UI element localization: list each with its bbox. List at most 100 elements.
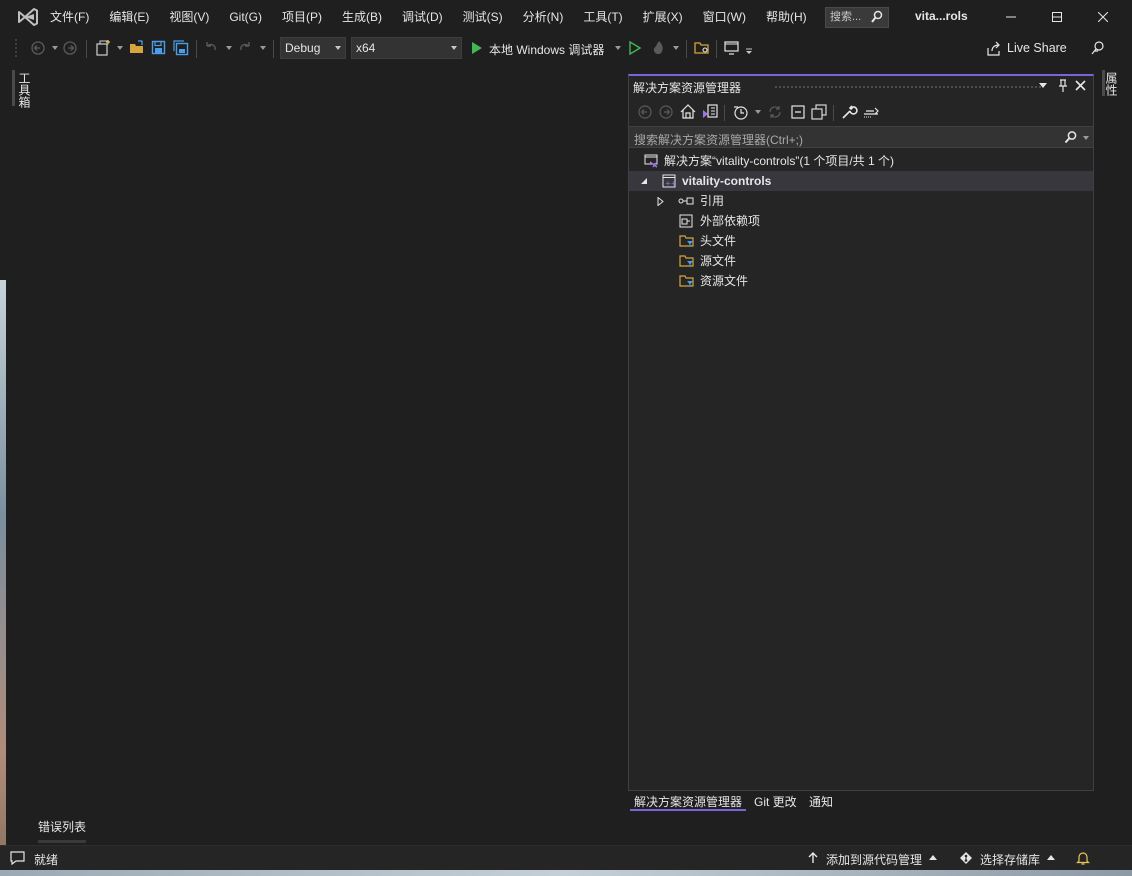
start-debugging-button[interactable] [470, 40, 484, 56]
show-all-files-icon[interactable] [810, 103, 828, 121]
title-bar: 文件(F) 编辑(E) 视图(V) Git(G) 项目(P) 生成(B) 调试(… [0, 0, 1132, 34]
navigate-forward-icon[interactable] [62, 40, 78, 56]
global-search-box[interactable]: 搜索... [825, 7, 889, 28]
save-all-icon[interactable] [172, 39, 190, 57]
git-repository-icon [959, 851, 973, 865]
tree-item-header-files[interactable]: 头文件 [629, 231, 1093, 251]
tree-item-external-dependencies[interactable]: 外部依赖项 [629, 211, 1093, 231]
device-window-icon[interactable] [723, 39, 741, 57]
tree-item-references[interactable]: 引用 [629, 191, 1093, 211]
se-forward-icon[interactable] [658, 104, 674, 120]
menu-help[interactable]: 帮助(H) [760, 5, 813, 29]
start-debugging-label[interactable]: 本地 Windows 调试器 [489, 41, 604, 58]
hot-reload-dropdown-icon[interactable] [673, 46, 679, 50]
menu-file[interactable]: 文件(F) [44, 5, 95, 29]
pending-changes-filter-icon[interactable] [732, 103, 750, 121]
properties-wrench-icon[interactable] [840, 103, 858, 121]
menu-tools[interactable]: 工具(T) [577, 5, 628, 29]
navigate-back-icon[interactable] [30, 40, 46, 56]
window-position-dropdown-icon[interactable] [1039, 83, 1047, 89]
collapse-all-icon[interactable] [789, 103, 807, 121]
hot-reload-icon[interactable] [650, 39, 668, 57]
debug-target-dropdown-icon[interactable] [615, 46, 621, 50]
new-project-icon[interactable] [94, 39, 112, 57]
menu-test[interactable]: 测试(S) [457, 5, 509, 29]
tab-git-changes[interactable]: Git 更改 [750, 793, 801, 811]
save-icon[interactable] [150, 39, 168, 57]
solution-explorer-panel: 解决方案资源管理器 搜索解决方案资源管理器(Ctrl+;) 解决方案“vital… [628, 74, 1094, 791]
chevron-down-icon [451, 46, 457, 50]
solution-explorer-search[interactable]: 搜索解决方案资源管理器(Ctrl+;) [629, 126, 1093, 148]
add-to-source-control-button[interactable]: 添加到源代码管理 [826, 851, 922, 868]
select-repository-button[interactable]: 选择存储库 [980, 851, 1040, 868]
menu-debug[interactable]: 调试(D) [396, 5, 449, 29]
output-message-icon[interactable] [9, 850, 27, 866]
preview-selected-items-icon[interactable] [862, 103, 880, 121]
visual-studio-logo-icon[interactable] [16, 6, 40, 28]
redo-dropdown-icon[interactable] [260, 46, 266, 50]
open-folder-in-explorer-icon[interactable] [693, 39, 711, 57]
tree-item-label: 源文件 [700, 254, 737, 268]
tree-item-source-files[interactable]: 源文件 [629, 251, 1093, 271]
pending-changes-dropdown-icon[interactable] [755, 110, 761, 114]
live-share-button[interactable]: Live Share [1007, 41, 1067, 55]
open-file-icon[interactable] [128, 39, 146, 57]
toolbar-grip[interactable] [14, 38, 18, 58]
menu-project[interactable]: 项目(P) [276, 5, 328, 29]
toolbar-separator [86, 40, 87, 58]
live-share-icon[interactable] [986, 41, 1002, 57]
feedback-icon[interactable] [1090, 40, 1106, 56]
tree-item-project[interactable]: ++ vitality-controls [629, 171, 1093, 191]
solution-icon [644, 154, 658, 168]
menu-extensions[interactable]: 扩展(X) [637, 5, 689, 29]
solution-configuration-dropdown[interactable]: Debug [280, 37, 346, 59]
references-icon [678, 194, 694, 208]
toolbar-separator [273, 40, 274, 58]
toolbar-overflow-icon[interactable] [745, 47, 753, 55]
maximize-button[interactable] [1034, 0, 1080, 34]
close-window-button[interactable] [1080, 0, 1126, 34]
sync-with-active-document-icon[interactable] [767, 104, 783, 120]
toolbox-tab[interactable]: 工具箱 [16, 72, 33, 108]
notifications-bell-icon[interactable] [1075, 850, 1091, 866]
start-without-debugging-icon[interactable] [628, 40, 642, 56]
switch-views-icon[interactable] [701, 103, 719, 121]
properties-tab[interactable]: 属性 [1103, 72, 1120, 96]
tree-item-resource-files[interactable]: 资源文件 [629, 271, 1093, 291]
menu-build[interactable]: 生成(B) [336, 5, 388, 29]
undo-dropdown-icon[interactable] [226, 46, 232, 50]
se-back-icon[interactable] [637, 104, 653, 120]
expanded-arrow-icon[interactable] [641, 178, 648, 185]
toolbar-separator [724, 105, 725, 121]
menu-git[interactable]: Git(G) [223, 5, 268, 29]
close-panel-icon[interactable] [1075, 80, 1086, 91]
error-list-tab-indicator [38, 840, 86, 843]
panel-grip[interactable] [774, 85, 1042, 89]
new-project-dropdown-icon[interactable] [117, 46, 123, 50]
menu-view[interactable]: 视图(V) [163, 5, 215, 29]
tree-item-solution[interactable]: 解决方案“vitality-controls”(1 个项目/共 1 个) [629, 151, 1093, 171]
solution-platform-dropdown[interactable]: x64 [351, 37, 462, 59]
redo-icon[interactable] [237, 40, 253, 56]
home-icon[interactable] [679, 103, 697, 121]
collapsed-arrow-icon[interactable] [657, 197, 664, 206]
menu-edit[interactable]: 编辑(E) [103, 5, 155, 29]
cpp-project-icon: ++ [662, 174, 676, 188]
tab-solution-explorer[interactable]: 解决方案资源管理器 [630, 793, 747, 811]
search-options-dropdown-icon[interactable] [1083, 136, 1089, 140]
filter-folder-icon [679, 254, 694, 268]
navigate-back-dropdown-icon[interactable] [52, 46, 58, 50]
tree-item-label: 头文件 [700, 234, 737, 248]
se-search-placeholder: 搜索解决方案资源管理器(Ctrl+;) [634, 133, 803, 147]
tree-item-label: 外部依赖项 [700, 214, 761, 228]
undo-icon[interactable] [203, 40, 219, 56]
tab-notifications[interactable]: 通知 [805, 793, 837, 811]
tab-error-list[interactable]: 错误列表 [38, 818, 86, 835]
minimize-window-button[interactable] [988, 0, 1034, 34]
pin-icon[interactable] [1058, 79, 1068, 93]
close-icon [1098, 12, 1108, 22]
menu-window[interactable]: 窗口(W) [697, 5, 752, 29]
external-dependencies-icon [679, 214, 693, 228]
menu-analyze[interactable]: 分析(N) [517, 5, 570, 29]
tree-item-label: vitality-controls [682, 174, 772, 188]
